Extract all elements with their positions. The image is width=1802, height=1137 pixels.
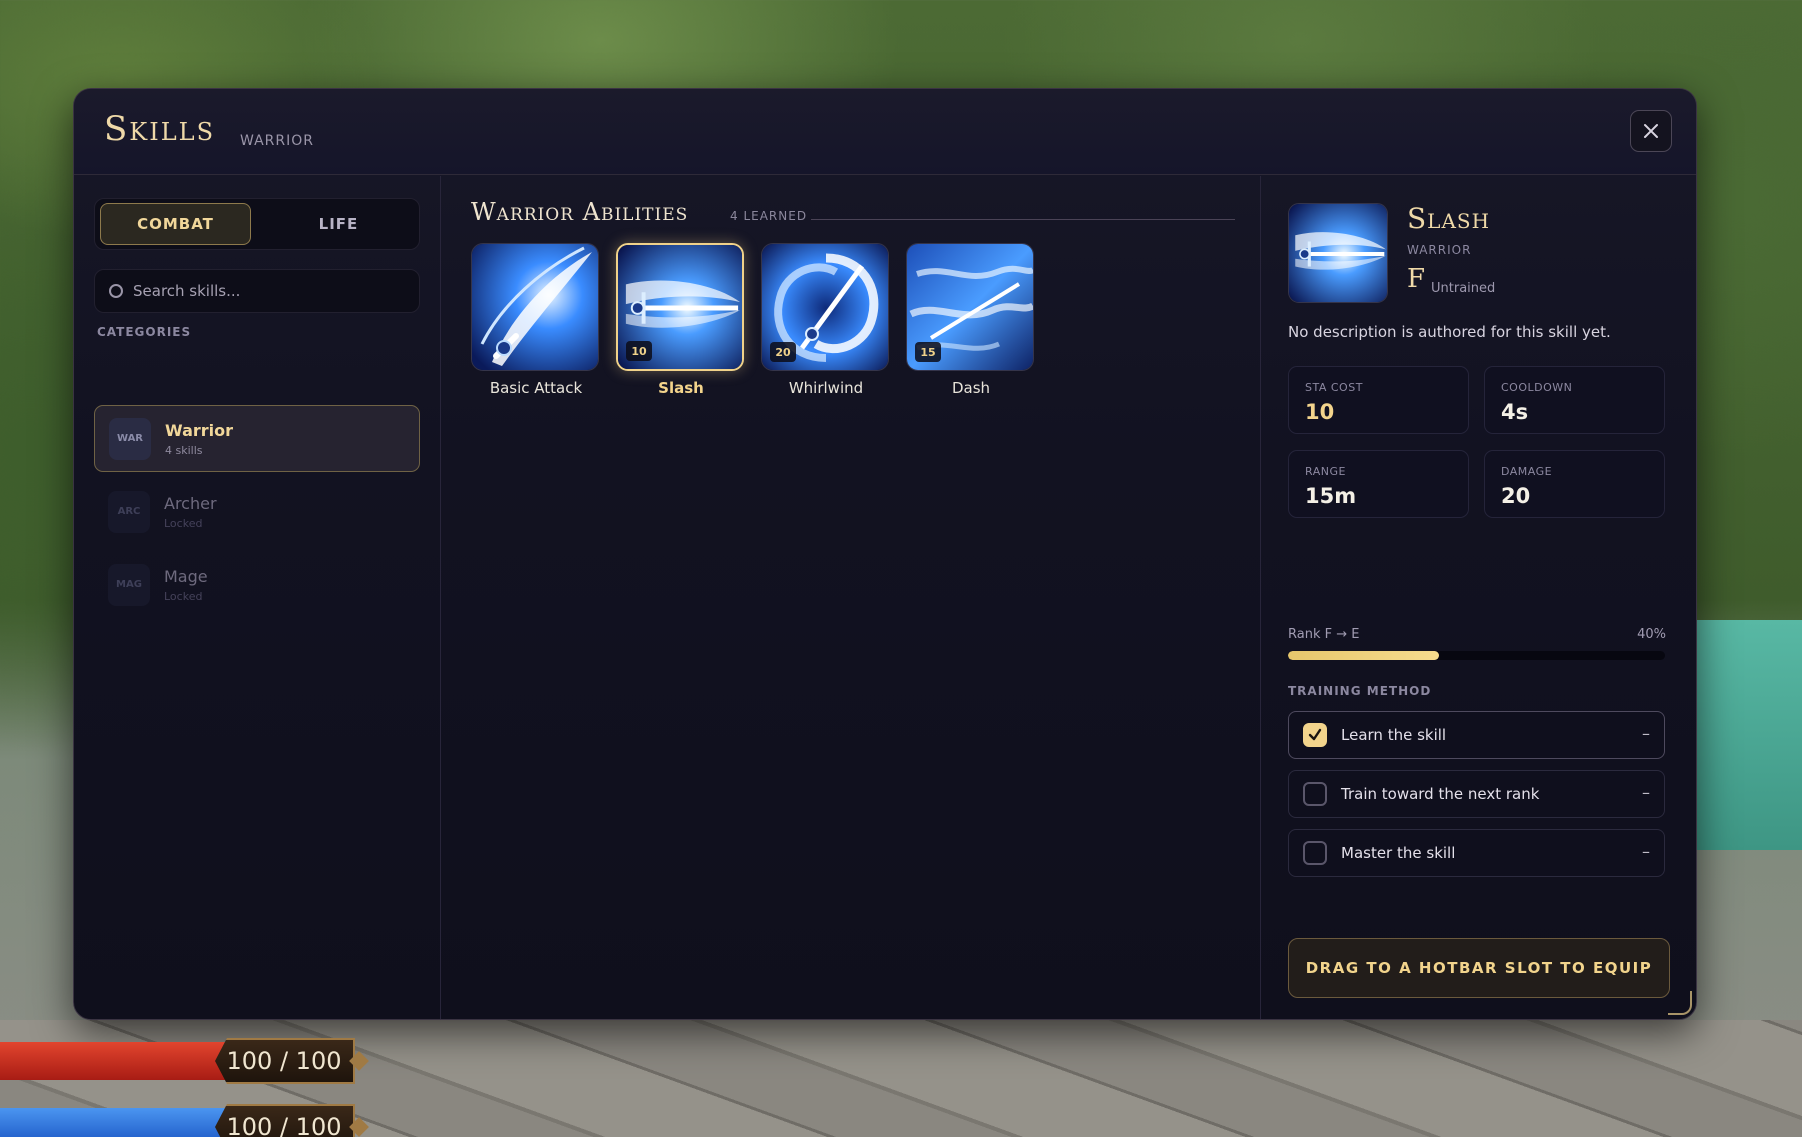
modal-header: Skills WARRIOR [74,89,1696,175]
health-fill [0,1042,225,1080]
sword-vortex-icon: 20 [761,243,889,371]
tab-bar: COMBAT LIFE [94,198,420,250]
category-abbr: ARC [108,490,150,533]
stat-sta-cost: STA COST 10 [1288,366,1469,434]
category-sidebar: COMBAT LIFE CATEGORIES WAR Warrior 4 ski… [74,176,441,1019]
training-text: Learn the skill [1341,726,1447,744]
skill-badge: 15 [915,342,941,362]
skill-card-slash[interactable]: 10 Slash [616,243,746,397]
skill-rank: F [1407,264,1426,294]
skills-modal: Skills WARRIOR COMBAT LIFE CATEGORIES WA… [73,88,1697,1020]
skill-name: Slash [658,379,704,397]
checkbox[interactable] [1303,841,1327,865]
training-text: Master the skill [1341,844,1456,862]
training-text: Train toward the next rank [1341,785,1540,803]
modal-title: Skills [104,109,216,149]
stat-value: 10 [1305,400,1335,424]
skill-badge: 20 [770,342,796,362]
close-icon [1644,124,1658,138]
skill-name: Dash [951,379,991,397]
stat-range: RANGE 15m [1288,450,1469,518]
training-item-master[interactable]: Master the skill – [1288,829,1665,877]
category-name: Archer [164,493,217,513]
scenery-rock [1690,620,1802,850]
category-sub: Locked [164,589,203,603]
category-sub: 4 skills [165,443,203,457]
category-item-archer[interactable]: ARC Archer Locked [94,478,420,545]
rank-progress-percent: 40% [1637,627,1666,642]
rank-progress-label: Rank F → E [1288,627,1360,642]
search-box [94,269,420,313]
mana-fill [0,1108,225,1137]
skill-class: WARRIOR [1407,243,1472,257]
abilities-title: Warrior Abilities [471,198,689,226]
close-button[interactable] [1630,110,1672,152]
category-abbr: MAG [108,563,150,606]
stat-cooldown: COOLDOWN 4s [1484,366,1665,434]
training-trail: – [1642,724,1650,743]
stat-value: 4s [1501,400,1529,424]
mana-text: 100 / 100 [226,1113,342,1137]
category-item-warrior[interactable]: WAR Warrior 4 skills [94,405,420,472]
training-item-train[interactable]: Train toward the next rank – [1288,770,1665,818]
skill-description: No description is authored for this skil… [1288,323,1611,341]
search-input[interactable] [133,282,393,300]
search-icon [109,284,123,298]
stat-value: 15m [1305,484,1357,508]
mana-bar: 100 / 100 [0,1104,370,1137]
stat-label: RANGE [1305,465,1346,478]
training-item-learn[interactable]: Learn the skill – [1288,711,1665,759]
health-frame: 100 / 100 [215,1038,355,1084]
skill-detail-panel: Slash WARRIOR F Untrained No description… [1261,176,1696,1019]
health-bar: 100 / 100 [0,1038,370,1084]
checkbox[interactable] [1303,723,1327,747]
modal-subtitle: WARRIOR [240,133,314,149]
stat-damage: DAMAGE 20 [1484,450,1665,518]
sword-swipe-icon [1288,203,1388,303]
rank-progress-fill [1288,651,1439,660]
skill-card-dash[interactable]: 15 Dash [906,243,1036,397]
skill-name: Whirlwind [788,379,864,397]
stat-label: DAMAGE [1501,465,1553,478]
skill-card-basic-attack[interactable]: Basic Attack [471,243,601,397]
skill-name: Basic Attack [489,379,583,397]
resize-handle[interactable] [1668,991,1692,1015]
abilities-panel: Warrior Abilities 4 LEARNED Basic Attack… [441,176,1261,1019]
categories-heading: CATEGORIES [97,325,192,339]
skill-card-whirlwind[interactable]: 20 Whirlwind [761,243,891,397]
equip-hint-button[interactable]: DRAG TO A HOTBAR SLOT TO EQUIP [1288,938,1670,998]
stat-label: COOLDOWN [1501,381,1573,394]
stat-value: 20 [1501,484,1531,508]
tab-combat[interactable]: COMBAT [100,203,251,245]
rank-progress-bar [1288,651,1665,660]
sword-swipe-icon: 10 [616,243,744,371]
tab-life[interactable]: LIFE [263,203,414,245]
skill-badge: 10 [626,341,652,361]
skill-title: Slash [1407,202,1491,235]
category-sub: Locked [164,516,203,530]
category-name: Warrior [165,420,234,440]
learned-count: 4 LEARNED [730,209,808,223]
category-name: Mage [164,566,208,586]
sword-dash-icon: 15 [906,243,1034,371]
divider [811,219,1235,220]
sword-slash-icon [471,243,599,371]
checkbox[interactable] [1303,782,1327,806]
category-item-mage[interactable]: MAG Mage Locked [94,551,420,618]
category-abbr: WAR [109,417,151,460]
mana-frame: 100 / 100 [215,1104,355,1137]
skill-status: Untrained [1431,281,1496,296]
training-trail: – [1642,842,1650,861]
training-trail: – [1642,783,1650,802]
training-heading: TRAINING METHOD [1288,684,1432,698]
health-text: 100 / 100 [226,1047,342,1075]
check-icon [1308,728,1322,741]
stat-label: STA COST [1305,381,1363,394]
